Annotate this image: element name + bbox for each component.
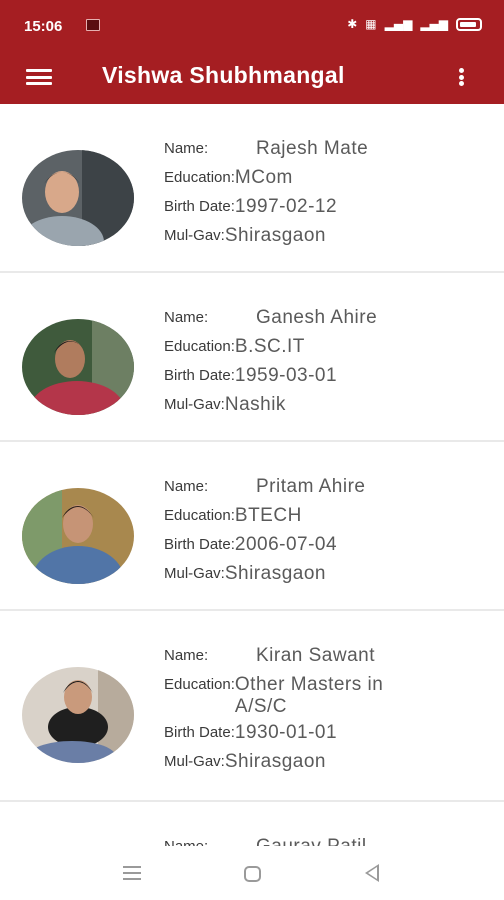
profile-mul-gav: Shirasgaon	[224, 225, 326, 246]
education-label: Education:	[164, 169, 235, 186]
birth-date-label: Birth Date:	[164, 198, 235, 215]
profile-photo	[22, 667, 134, 763]
profile-list: Name: Rajesh Mate Education: MCom Birth Da…	[0, 104, 504, 846]
profile-education: BTECH	[234, 505, 302, 526]
hamburger-menu-icon[interactable]	[26, 66, 52, 88]
profile-name: Rajesh Mate	[256, 138, 369, 159]
education-label: Education:	[164, 676, 235, 693]
birth-date-label: Birth Date:	[164, 536, 235, 553]
mul-gav-label: Mul-Gav:	[164, 396, 225, 413]
vibrate-icon: ▦	[365, 17, 377, 31]
profile-mul-gav: Nashik	[224, 394, 286, 415]
birth-date-label: Birth Date:	[164, 724, 235, 741]
name-label: Name:	[164, 832, 256, 846]
birth-date-label: Birth Date:	[164, 367, 235, 384]
profile-birth-date: 1997-02-12	[234, 196, 338, 217]
profile-birth-date: 1930-01-01	[234, 722, 338, 743]
home-icon[interactable]	[244, 866, 261, 882]
profile-mul-gav: Shirasgaon	[224, 751, 326, 772]
status-time: 15:06	[24, 18, 63, 35]
name-label: Name:	[164, 140, 209, 157]
profile-name: Ganesh Ahire	[256, 307, 378, 328]
name-label: Name:	[164, 478, 209, 495]
profile-card[interactable]: Name: Ganesh Ahire Education: B.SC.IT Birt…	[0, 273, 504, 442]
notification-icon	[86, 19, 100, 31]
profile-name: Gaurav Patil	[256, 832, 367, 846]
profile-card[interactable]: Name:Gaurav Patil	[0, 802, 504, 846]
app-title: Vishwa Shubhmangal	[102, 62, 345, 88]
name-label: Name:	[164, 647, 209, 664]
profile-card[interactable]: Name: Pritam Ahire Education: BTECH Birth …	[0, 442, 504, 611]
profile-mul-gav: Shirasgaon	[224, 563, 326, 584]
status-bar: 15:06 ✱ ▦ ▂▄▆ ▂▄▆	[0, 0, 504, 52]
recent-apps-icon[interactable]	[123, 866, 141, 880]
profile-education: Other Masters in A/S/C	[234, 674, 384, 717]
profile-birth-date: 1959-03-01	[234, 365, 338, 386]
5g-signal-icon: ▂▄▆	[384, 17, 413, 31]
profile-education: B.SC.IT	[234, 336, 305, 357]
mul-gav-label: Mul-Gav:	[164, 565, 225, 582]
profile-name: Pritam Ahire	[256, 476, 366, 497]
more-vertical-icon[interactable]	[456, 63, 466, 91]
education-label: Education:	[164, 338, 235, 355]
mul-gav-label: Mul-Gav:	[164, 227, 225, 244]
bluetooth-icon: ✱	[347, 17, 358, 31]
profile-name: Kiran Sawant	[256, 645, 376, 666]
profile-photo	[22, 319, 134, 415]
profile-photo	[22, 150, 134, 246]
profile-birth-date: 2006-07-04	[234, 534, 338, 555]
system-nav-bar	[0, 846, 504, 900]
name-label: Name:	[164, 309, 209, 326]
signal-icon: ▂▄▆	[420, 17, 448, 31]
education-label: Education:	[164, 507, 235, 524]
back-icon[interactable]	[365, 864, 379, 882]
profile-education: MCom	[234, 167, 293, 188]
profile-card[interactable]: Name: Kiran Sawant Education: Other Master…	[0, 611, 504, 802]
status-icons: ✱ ▦ ▂▄▆ ▂▄▆	[347, 17, 482, 31]
app-bar: Vishwa Shubhmangal	[0, 52, 504, 104]
battery-icon	[456, 17, 482, 31]
mul-gav-label: Mul-Gav:	[164, 753, 225, 770]
profile-photo	[22, 488, 134, 584]
profile-card[interactable]: Name: Rajesh Mate Education: MCom Birth Da…	[0, 104, 504, 273]
